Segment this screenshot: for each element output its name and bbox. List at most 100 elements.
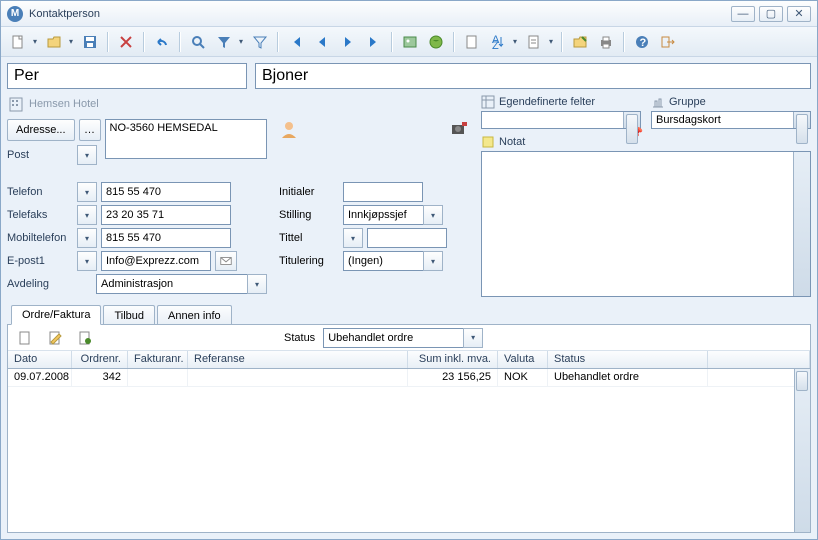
phone-input[interactable] bbox=[101, 182, 231, 202]
col-fakturanr[interactable]: Fakturanr. bbox=[128, 351, 188, 368]
email-input[interactable] bbox=[101, 251, 211, 271]
tab-ordre-faktura[interactable]: Ordre/Faktura bbox=[11, 305, 101, 325]
post-dropdown[interactable]: ▾ bbox=[77, 145, 97, 165]
titlebar: M Kontaktperson — ▢ ✕ bbox=[1, 1, 817, 27]
body: Hemsen Hotel Adresse... … Post ▾ NO-3560… bbox=[1, 57, 817, 539]
last-button[interactable] bbox=[363, 31, 385, 53]
tab-edit-button[interactable] bbox=[44, 328, 66, 348]
post-label: Post bbox=[7, 149, 73, 161]
email-label: E-post1 bbox=[7, 255, 73, 267]
fax-label: Telefaks bbox=[7, 209, 73, 221]
open-dropdown[interactable]: ▾ bbox=[67, 37, 75, 46]
initials-label: Initialer bbox=[279, 186, 339, 198]
last-name-input[interactable] bbox=[255, 63, 811, 89]
dept-input[interactable] bbox=[96, 274, 247, 294]
status-select[interactable] bbox=[323, 328, 463, 348]
new-dropdown[interactable]: ▾ bbox=[31, 37, 39, 46]
salutation-dropdown[interactable]: ▾ bbox=[423, 251, 443, 271]
picture-button[interactable] bbox=[399, 31, 421, 53]
building-icon bbox=[7, 95, 25, 113]
col-ordrenr[interactable]: Ordrenr. bbox=[72, 351, 128, 368]
address-button[interactable]: Adresse... bbox=[7, 119, 75, 141]
title-type-dropdown[interactable]: ▾ bbox=[343, 228, 363, 248]
salutation-input[interactable] bbox=[343, 251, 423, 271]
fax-input[interactable] bbox=[101, 205, 231, 225]
phone-dropdown[interactable]: ▾ bbox=[77, 182, 97, 202]
tab-new-button[interactable] bbox=[14, 328, 36, 348]
new-button[interactable] bbox=[7, 31, 29, 53]
first-name-input[interactable] bbox=[7, 63, 247, 89]
open-button[interactable] bbox=[43, 31, 65, 53]
prev-button[interactable] bbox=[311, 31, 333, 53]
maximize-button[interactable]: ▢ bbox=[759, 6, 783, 22]
tab-annen-info[interactable]: Annen info bbox=[157, 305, 232, 325]
doc-button[interactable] bbox=[461, 31, 483, 53]
minimize-button[interactable]: — bbox=[731, 6, 755, 22]
address-more-button[interactable]: … bbox=[79, 119, 101, 141]
search-button[interactable] bbox=[187, 31, 209, 53]
save-button[interactable] bbox=[79, 31, 101, 53]
col-dato[interactable]: Dato bbox=[8, 351, 72, 368]
mobile-dropdown[interactable]: ▾ bbox=[77, 228, 97, 248]
fax-dropdown[interactable]: ▾ bbox=[77, 205, 97, 225]
folder-button[interactable] bbox=[569, 31, 591, 53]
app-icon: M bbox=[7, 6, 23, 22]
doc2-dropdown[interactable]: ▾ bbox=[547, 37, 555, 46]
salutation-label: Titulering bbox=[279, 255, 339, 267]
camera-icon[interactable] bbox=[449, 119, 469, 142]
table-scrollbar[interactable] bbox=[794, 369, 810, 532]
status-label: Status bbox=[284, 332, 315, 344]
delete-button[interactable] bbox=[115, 31, 137, 53]
tab-refresh-button[interactable] bbox=[74, 328, 96, 348]
window-title: Kontaktperson bbox=[29, 8, 731, 20]
col-sum[interactable]: Sum inkl. mva. bbox=[408, 351, 498, 368]
phone-label: Telefon bbox=[7, 186, 73, 198]
col-referanse[interactable]: Referanse bbox=[188, 351, 408, 368]
email-send-button[interactable] bbox=[215, 251, 237, 271]
note-box[interactable] bbox=[481, 151, 811, 297]
doc2-button[interactable] bbox=[523, 31, 545, 53]
close-button[interactable]: ✕ bbox=[787, 6, 811, 22]
next-button[interactable] bbox=[337, 31, 359, 53]
help-button[interactable]: ? bbox=[631, 31, 653, 53]
company-label: Hemsen Hotel bbox=[7, 95, 267, 113]
svg-text:Z: Z bbox=[492, 40, 499, 50]
dept-select-dropdown[interactable]: ▾ bbox=[247, 274, 267, 294]
col-valuta[interactable]: Valuta bbox=[498, 351, 548, 368]
print-button[interactable] bbox=[595, 31, 617, 53]
customfields-box[interactable] bbox=[481, 111, 641, 129]
position-input[interactable] bbox=[343, 205, 423, 225]
group-icon bbox=[651, 95, 665, 109]
svg-text:?: ? bbox=[640, 37, 647, 49]
sort-dropdown[interactable]: ▾ bbox=[511, 37, 519, 46]
tabstrip: Ordre/Faktura Tilbud Annen info bbox=[7, 305, 811, 325]
mobile-input[interactable] bbox=[101, 228, 231, 248]
map-button[interactable] bbox=[425, 31, 447, 53]
col-spacer bbox=[708, 351, 810, 368]
filter2-button[interactable] bbox=[249, 31, 271, 53]
main-toolbar: ▾ ▾ ▾ AZ ▾ ▾ ? bbox=[1, 27, 817, 57]
filter-dropdown[interactable]: ▾ bbox=[237, 37, 245, 46]
group-item[interactable]: Bursdagskort bbox=[656, 114, 721, 126]
title-label: Tittel bbox=[279, 232, 339, 244]
undo-button[interactable] bbox=[151, 31, 173, 53]
tab-tilbud[interactable]: Tilbud bbox=[103, 305, 155, 325]
exit-button[interactable] bbox=[657, 31, 679, 53]
status-dropdown[interactable]: ▾ bbox=[463, 328, 483, 348]
position-dropdown[interactable]: ▾ bbox=[423, 205, 443, 225]
col-status[interactable]: Status bbox=[548, 351, 708, 368]
person-icon[interactable] bbox=[279, 119, 299, 142]
sort-button[interactable]: AZ bbox=[487, 31, 509, 53]
filter-button[interactable] bbox=[213, 31, 235, 53]
dept-label: Avdeling bbox=[7, 278, 66, 290]
email-dropdown[interactable]: ▾ bbox=[77, 251, 97, 271]
first-button[interactable] bbox=[285, 31, 307, 53]
initials-input[interactable] bbox=[343, 182, 423, 202]
table-row[interactable]: 09.07.2008 342 23 156,25 NOK Ubehandlet … bbox=[8, 369, 810, 387]
address-text[interactable]: NO-3560 HEMSEDAL bbox=[105, 119, 267, 159]
customfields-label: Egendefinerte felter bbox=[499, 96, 595, 108]
mobile-label: Mobiltelefon bbox=[7, 232, 73, 244]
group-box[interactable]: Bursdagskort bbox=[651, 111, 811, 129]
title-input[interactable] bbox=[367, 228, 447, 248]
note-label: Notat bbox=[499, 136, 525, 148]
